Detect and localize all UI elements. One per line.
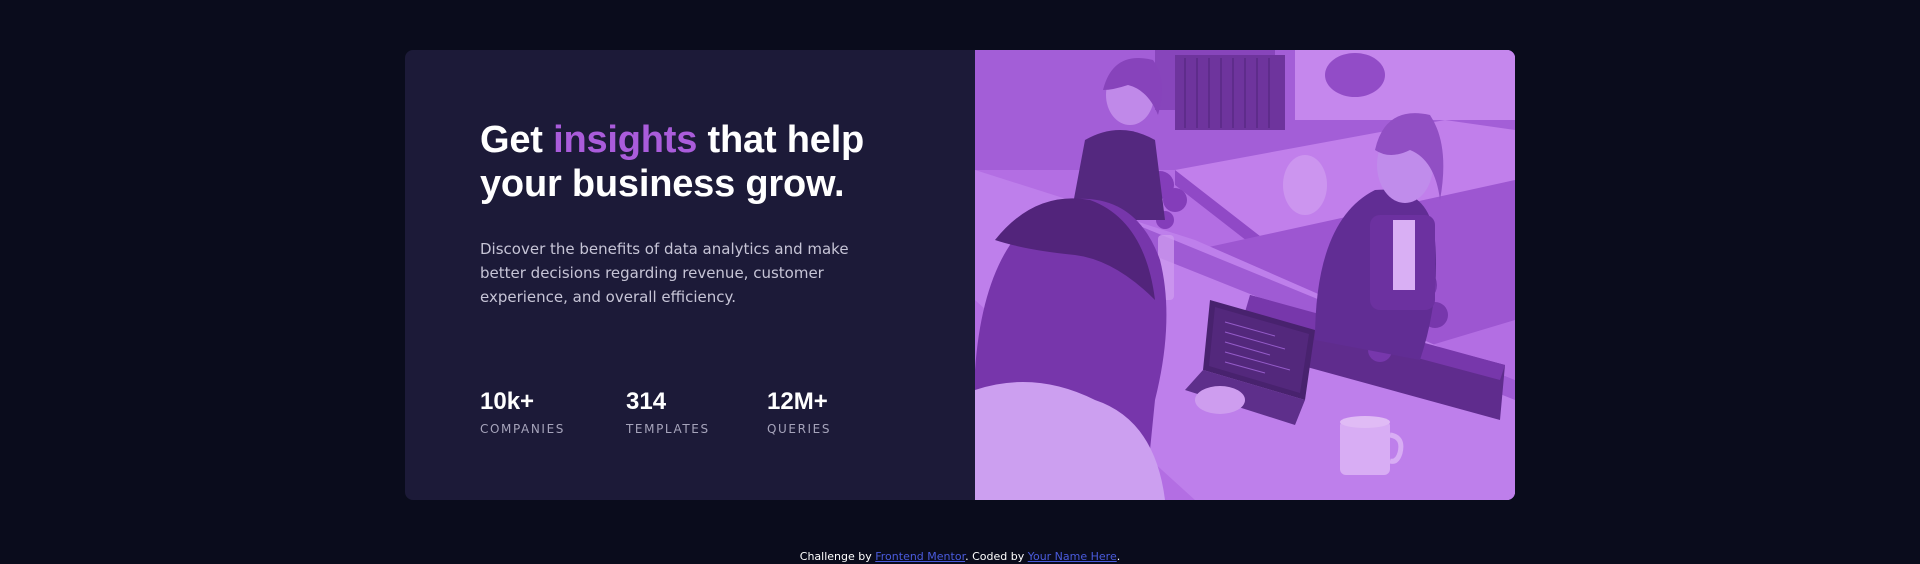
stat-label: TEMPLATES <box>626 422 710 436</box>
description: Discover the benefits of data analytics … <box>480 240 849 306</box>
headline-accent-word: insights <box>553 119 698 161</box>
attribution-suffix: . <box>1116 550 1121 563</box>
stat-queries: 12M+ QUERIES <box>767 388 831 437</box>
header-image <box>975 50 1515 500</box>
card-text-panel: Get insights that help your business gro… <box>405 50 975 500</box>
headline-prefix: Get <box>480 119 554 161</box>
stat-companies: 10k+ COMPANIES <box>480 388 565 437</box>
headline: Get insights that help your business gro… <box>480 118 900 206</box>
office-photo-illustration <box>975 50 1515 500</box>
stat-value: 12M+ <box>767 388 828 415</box>
stats-preview-card: Get insights that help your business gro… <box>405 50 1515 500</box>
stat-value: 10k+ <box>480 388 535 415</box>
stat-value: 314 <box>626 388 667 415</box>
author-link[interactable]: Your Name Here <box>1028 550 1117 563</box>
stat-label: QUERIES <box>767 422 832 436</box>
frontend-mentor-link[interactable]: Frontend Mentor <box>875 550 965 563</box>
attribution-middle: . Coded by <box>965 550 1028 563</box>
stat-label: COMPANIES <box>480 422 565 436</box>
attribution: Challenge by Frontend Mentor. Coded by Y… <box>0 550 1920 564</box>
attribution-prefix: Challenge by <box>799 550 876 563</box>
stat-templates: 314 TEMPLATES <box>626 388 710 437</box>
